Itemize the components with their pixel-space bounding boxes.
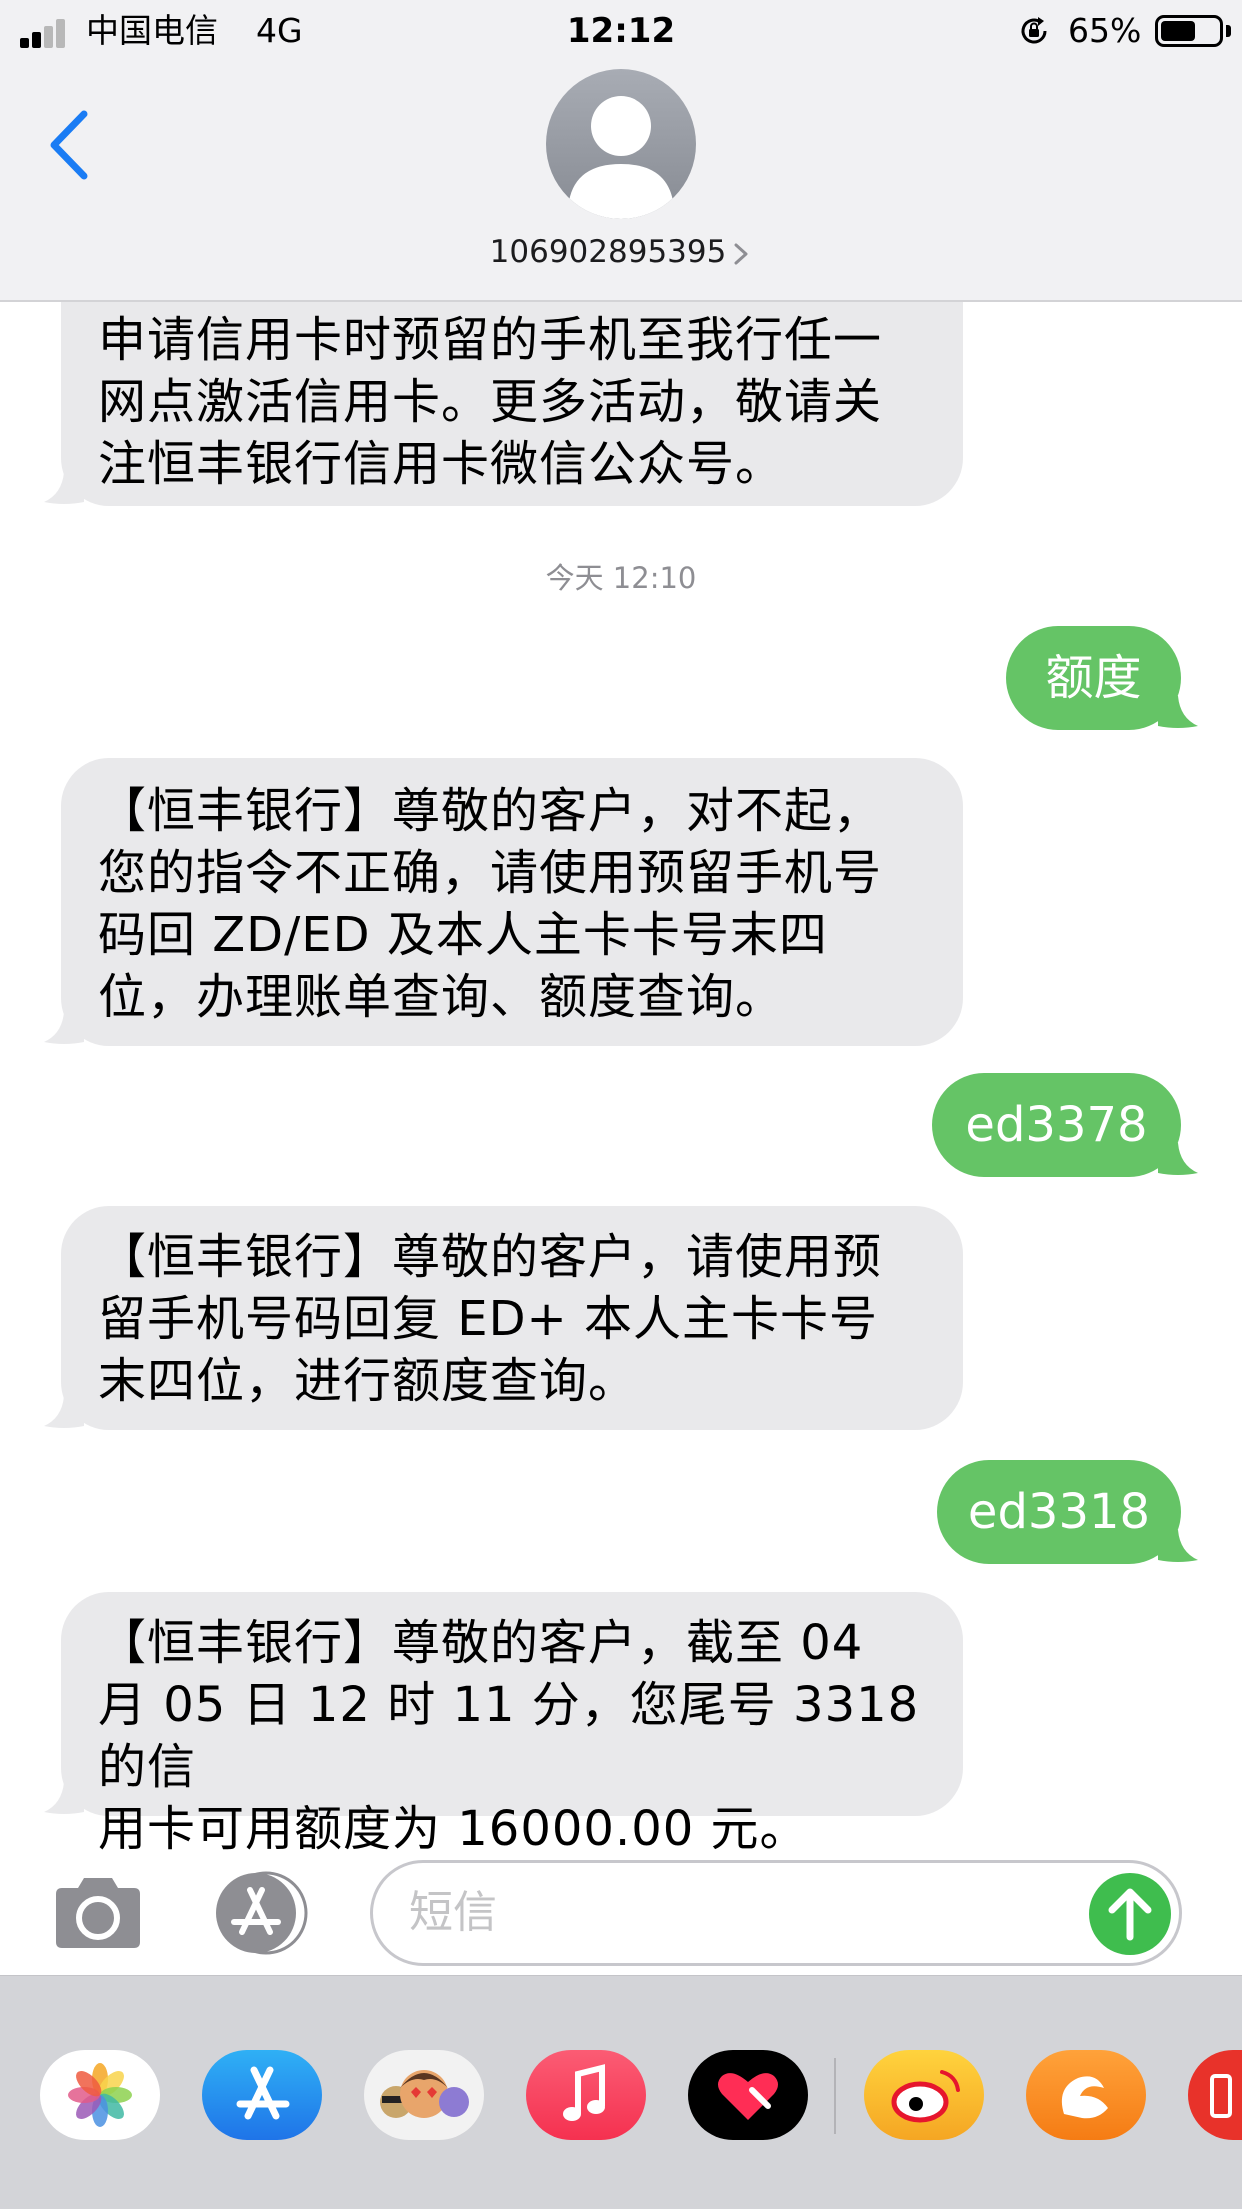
app-store-glyph (236, 2066, 290, 2120)
message-text: 申请信用卡时预留的手机至我行任一 网点激活信用卡。更多活动，敬请关 注恒丰银行信… (98, 312, 883, 492)
phone-glyph (1210, 2074, 1232, 2118)
message-outgoing[interactable]: ed3378 (932, 1073, 1181, 1177)
message-text: ed3378 (965, 1097, 1148, 1153)
message-input-placeholder: 短信 (409, 1887, 497, 1938)
message-incoming[interactable]: 【恒丰银行】尊敬的客户，请使用预 留手机号码回复 ED+ 本人主卡卡号 末四位，… (61, 1206, 963, 1430)
battery-icon (1155, 15, 1223, 47)
message-input[interactable]: 短信 (370, 1860, 1182, 1966)
person-placeholder-icon (569, 96, 673, 219)
battery-percent: 65% (1068, 11, 1142, 50)
music-icon[interactable] (526, 2050, 646, 2140)
status-time: 12:12 (566, 11, 676, 51)
message-text: 【恒丰银行】尊敬的客户，请使用预 留手机号码回复 ED+ 本人主卡卡号 末四位，… (98, 1229, 883, 1409)
contact-name-button[interactable]: 106902895395 (0, 228, 1242, 276)
message-outgoing[interactable]: 额度 (1006, 626, 1181, 730)
digital-touch-icon[interactable] (688, 2050, 808, 2140)
weibo-icon[interactable] (864, 2050, 984, 2140)
message-text: 【恒丰银行】尊敬的客户，截至 04 月 05 日 12 时 11 分，您尾号 3… (98, 1615, 920, 1857)
status-bar: 中国电信 4G 12:12 65% (0, 0, 1242, 62)
battery-tip (1226, 25, 1231, 37)
chevron-left-icon (50, 110, 88, 180)
memoji-icon[interactable] (364, 2050, 484, 2140)
bubble-tail (1158, 696, 1198, 728)
drawer-divider (834, 2058, 836, 2134)
bubble-tail (44, 1396, 84, 1428)
bubble-tail (44, 1782, 84, 1814)
imessage-app-drawer (0, 1975, 1242, 2209)
message-text: 【恒丰银行】尊敬的客户，对不起， 您的指令不正确，请使用预留手机号 码回 ZD/… (98, 783, 883, 1025)
app-store-icon[interactable] (202, 2050, 322, 2140)
photos-icon[interactable] (40, 2050, 160, 2140)
chevron-right-icon (734, 243, 748, 264)
weibo-eye-glyph (891, 2070, 960, 2123)
photos-icon-graphic (68, 2063, 132, 2127)
bubble-tail (44, 472, 84, 504)
message-timestamp: 今天 12:10 (545, 561, 697, 595)
camera-button[interactable] (50, 1874, 146, 1952)
bubble-tail (1158, 1530, 1198, 1562)
uc-browser-icon[interactable] (1026, 2050, 1146, 2140)
app-store-icon (216, 1871, 308, 1955)
send-arrow-up-icon (1108, 1888, 1152, 1941)
memoji-faces (380, 2070, 469, 2118)
heart-glyph (718, 2073, 778, 2120)
message-outgoing[interactable]: ed3318 (937, 1460, 1181, 1564)
music-note-glyph (563, 2064, 605, 2121)
contact-avatar[interactable] (546, 69, 696, 219)
camera-icon (56, 1878, 140, 1948)
contact-name: 106902895395 (489, 234, 727, 270)
squirrel-glyph (1061, 2076, 1108, 2119)
send-button[interactable] (1089, 1873, 1171, 1955)
bubble-tail (44, 1012, 84, 1044)
message-text: 额度 (1045, 650, 1142, 706)
back-button[interactable] (44, 108, 94, 182)
bubble-tail (1158, 1143, 1198, 1175)
partial-app-icon[interactable] (1188, 2050, 1242, 2140)
message-incoming[interactable]: 【恒丰银行】尊敬的客户，截至 04 月 05 日 12 时 11 分，您尾号 3… (61, 1592, 963, 1857)
apps-button[interactable] (210, 1870, 316, 1956)
rotation-lock-icon (1021, 17, 1047, 44)
message-incoming[interactable]: 【恒丰银行】尊敬的客户，对不起， 您的指令不正确，请使用预留手机号 码回 ZD/… (61, 758, 963, 1046)
message-text: ed3318 (967, 1484, 1151, 1540)
